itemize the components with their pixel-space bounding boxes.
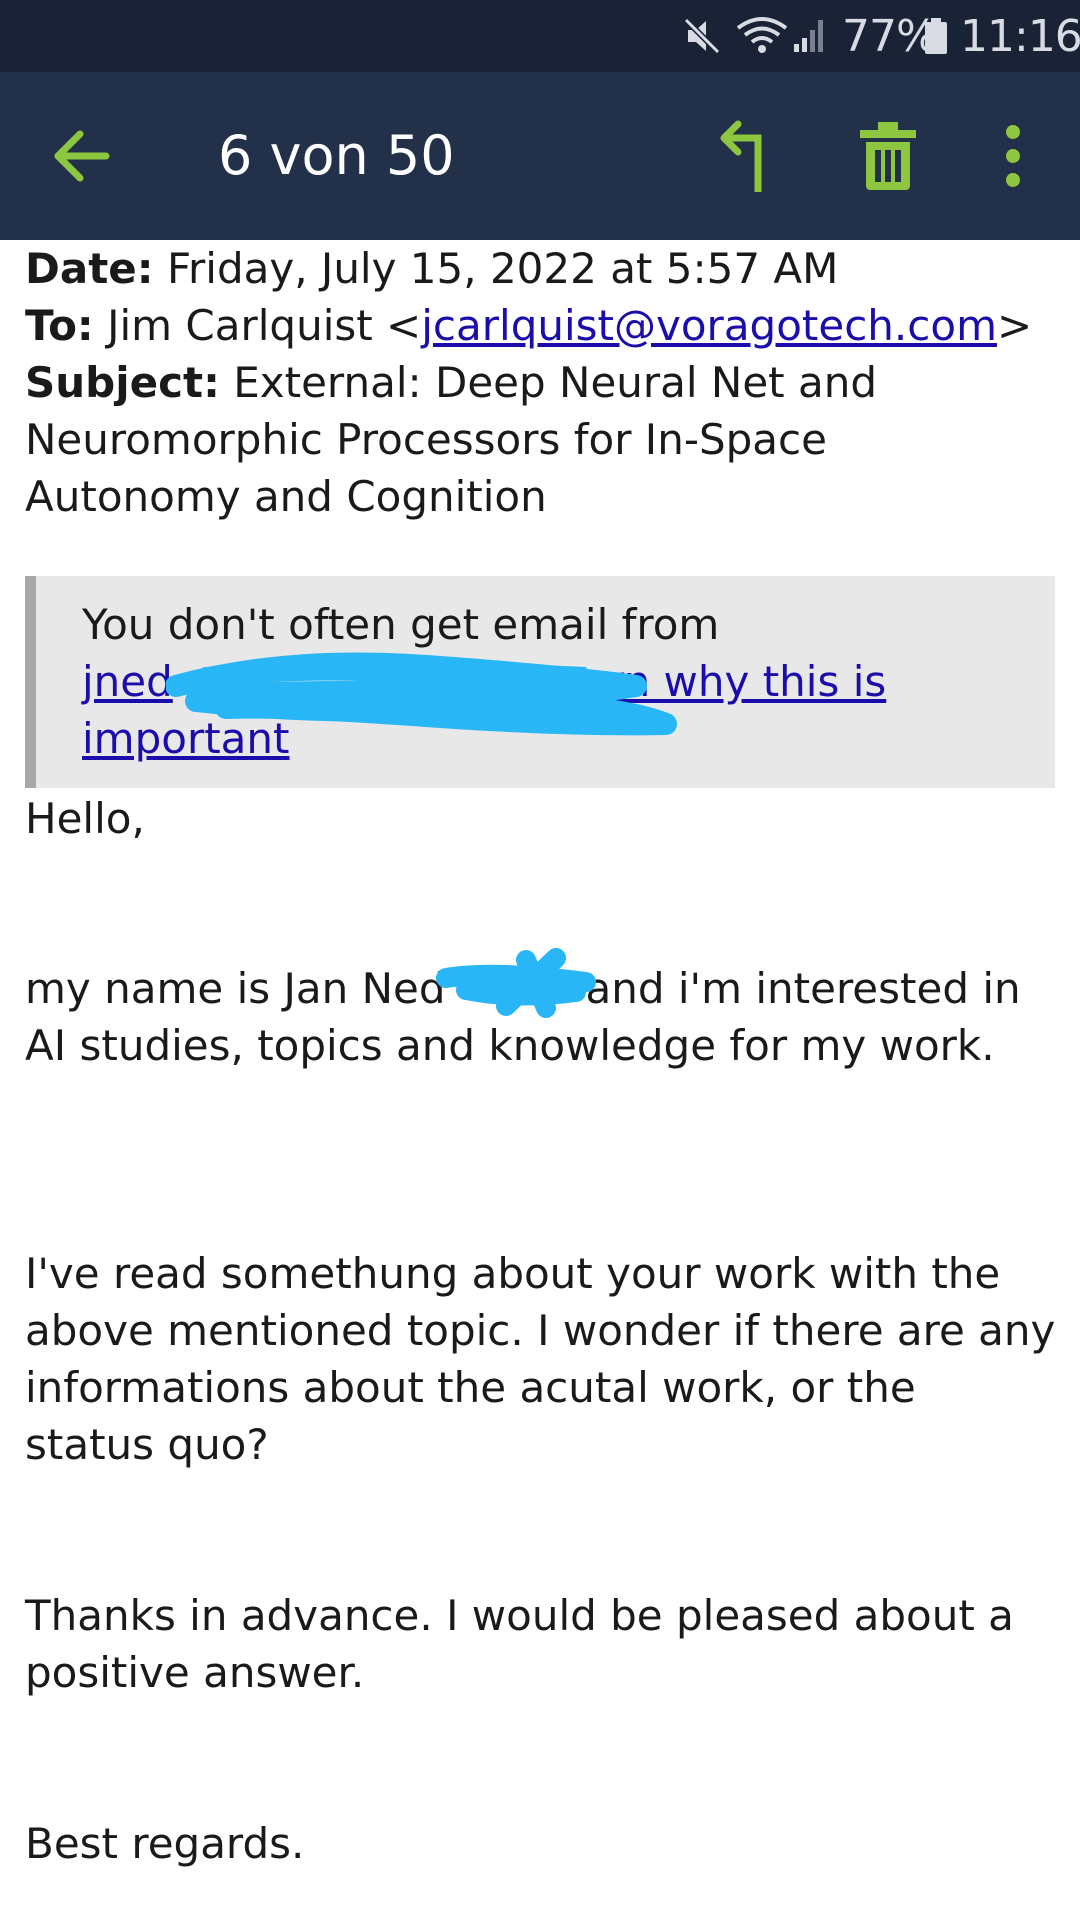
p1-part1: my name is Jan Ned <box>25 964 446 1013</box>
date-row: Date: Friday, July 15, 2022 at 5:57 AM <box>25 240 1060 297</box>
more-vert-icon[interactable] <box>996 122 1030 190</box>
app-bar: 6 von 50 <box>0 72 1080 240</box>
external-sender-notice: You don't often get email from jned Learn… <box>25 576 1055 788</box>
clock: 11:16 <box>960 10 1080 62</box>
learn-why-link-cont[interactable]: important <box>82 714 290 763</box>
paragraph-1-line-2: AI studies, topics and knowledge for my … <box>25 1021 995 1070</box>
p1-part2: and i'm interested in <box>585 964 1021 1013</box>
paragraph-3-line-1: Thanks in advance. I would be pleased ab… <box>25 1591 1014 1640</box>
subject-line-2: Neuromorphic Processors for In-Space <box>25 415 827 464</box>
to-name: Jim Carlquist < <box>107 301 422 350</box>
signal-icon <box>792 0 828 72</box>
to-label: To: <box>25 301 94 350</box>
subject-line-3: Autonomy and Cognition <box>25 472 547 521</box>
battery-icon <box>924 0 950 72</box>
closing: Best regards. <box>25 1819 305 1868</box>
mute-icon <box>682 0 726 72</box>
notice-link-row: jned Learn why this is <box>82 653 1022 710</box>
date-value: Friday, July 15, 2022 at 5:57 AM <box>166 244 839 293</box>
status-bar: 77% 11:16 <box>0 0 1080 72</box>
subject-line-1: External: Deep Neural Net and <box>233 358 878 407</box>
trash-icon[interactable] <box>858 120 918 192</box>
subject-label: Subject: <box>25 358 220 407</box>
paragraph-2-line-2: above mentioned topic. I wonder if there… <box>25 1306 1056 1355</box>
learn-why-link[interactable]: Learn why this is <box>533 657 886 706</box>
to-close: > <box>996 301 1033 350</box>
battery-percent: 77% <box>842 10 938 62</box>
paragraph-2-line-3: informations about the acutal work, or t… <box>25 1363 916 1412</box>
greeting: Hello, <box>25 794 145 843</box>
paragraph-3-line-2: positive answer. <box>25 1648 365 1697</box>
sender-email-link[interactable]: jned <box>82 657 173 706</box>
paragraph-2-line-4: status quo? <box>25 1420 269 1469</box>
date-label: Date: <box>25 244 154 293</box>
paragraph-2-line-1: I've read somethung about your work with… <box>25 1249 1001 1298</box>
wifi-icon <box>736 0 794 72</box>
paragraph-1-line-1: my name is Jan Ned and i'm interested in <box>25 960 1065 1017</box>
to-email-link[interactable]: jcarlquist@voragotech.com <box>421 301 997 350</box>
email-header: Date: Friday, July 15, 2022 at 5:57 AM T… <box>25 240 1060 525</box>
message-position-title: 6 von 50 <box>218 124 455 187</box>
reply-icon[interactable] <box>716 120 772 194</box>
notice-text: You don't often get email from <box>82 600 720 649</box>
to-row: To: Jim Carlquist <jcarlquist@voragotech… <box>25 297 1060 354</box>
back-arrow-icon[interactable] <box>50 124 114 188</box>
subject-row: Subject: External: Deep Neural Net and <box>25 354 1060 411</box>
